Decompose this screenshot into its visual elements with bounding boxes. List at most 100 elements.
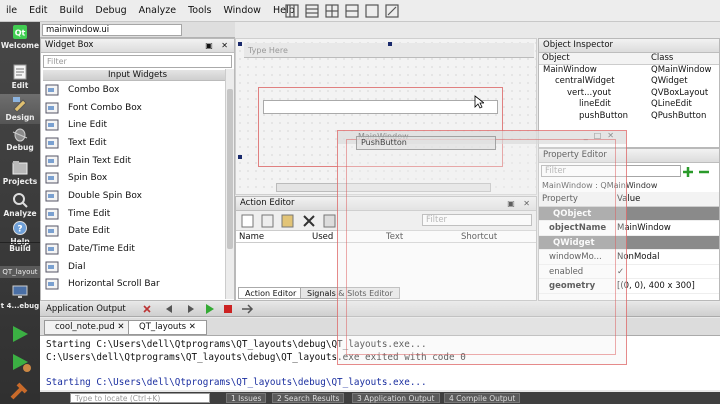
widget-category-input[interactable]: Input Widgets [43, 70, 232, 81]
object-tree-row[interactable]: MainWindow QMainWindow [539, 65, 719, 77]
selection-handle[interactable] [238, 155, 242, 159]
object-tree-row[interactable]: vert...yout QVBoxLayout [539, 88, 719, 100]
tab-qt-layouts[interactable]: QT_layouts ✕ [128, 320, 207, 335]
add-dynamic-property-icon [683, 167, 693, 177]
build-label: Build [9, 244, 31, 253]
menu-file[interactable]: ile [0, 5, 23, 16]
line-edit-widget[interactable] [263, 100, 498, 114]
output-pane-application-output[interactable]: 3 Application Output [352, 393, 440, 403]
mode-debug[interactable]: Debug [0, 126, 40, 152]
object-name: vert...yout [567, 87, 612, 98]
run-button[interactable] [0, 320, 40, 348]
widget-item[interactable]: Font Combo Box [41, 99, 234, 117]
widget-item[interactable]: Date Edit [41, 223, 234, 241]
mode-design[interactable]: Design [0, 94, 40, 124]
projects-icon [12, 161, 28, 175]
selection-handle[interactable] [238, 42, 242, 46]
widget-item-label: Date/Time Edit [68, 244, 135, 255]
svg-text:?: ? [17, 225, 22, 235]
widget-box-scrollbar[interactable] [225, 69, 234, 299]
edit-icon [13, 64, 27, 80]
selection-handle[interactable] [388, 42, 392, 46]
widget-box-filter[interactable]: Filter [43, 55, 232, 68]
widget-item[interactable]: Horizontal Scroll Bar [41, 276, 234, 294]
output-pane-compile-output[interactable]: 4 Compile Output [444, 393, 521, 403]
output-pane-issues[interactable]: 1 Issues [226, 393, 267, 403]
mode-selector: Qt Welcome Edit Design Debug Projects An… [0, 22, 40, 404]
menu-build[interactable]: Build [54, 5, 90, 16]
widget-item[interactable]: Text Edit [41, 134, 234, 152]
mode-welcome[interactable]: Qt Welcome [0, 24, 40, 50]
tab-cool-note[interactable]: cool_note.pud ✕ [44, 320, 136, 335]
object-class: QLineEdit [651, 99, 692, 109]
column-used[interactable]: Used [312, 232, 333, 242]
tab-action-editor[interactable]: Action Editor [238, 287, 304, 299]
target-project: QT_layout [2, 268, 38, 276]
menu-tools[interactable]: Tools [182, 5, 217, 16]
widget-item-label: Horizontal Scroll Bar [68, 279, 160, 290]
menu-edit[interactable]: Edit [23, 5, 53, 16]
widget-item[interactable]: Combo Box [41, 81, 234, 99]
analyze-icon [13, 193, 28, 208]
property-value[interactable]: [(0, 0), 400 x 300] [617, 279, 695, 294]
column-object[interactable]: Object [539, 53, 570, 63]
widget-item[interactable]: Date/Time Edit [41, 240, 234, 258]
menu-window[interactable]: Window [217, 5, 266, 16]
plain-text-edit-icon [45, 155, 59, 167]
widget-item[interactable]: Double Spin Box [41, 187, 234, 205]
mode-analyze[interactable]: Analyze [0, 192, 40, 218]
close-tab-icon[interactable]: ✕ [117, 322, 124, 332]
mode-edit[interactable]: Edit [0, 64, 40, 90]
column-class[interactable]: Class [651, 53, 673, 65]
widget-list: Combo Box Font Combo Box Line Edit Text Edi… [41, 81, 234, 293]
dial-icon [45, 261, 59, 273]
designer-toolbar [285, 4, 399, 18]
text-edit-icon [45, 137, 59, 149]
design-icon [13, 97, 27, 112]
output-pane-search-results[interactable]: 2 Search Results [272, 393, 345, 403]
widget-item-label: Plain Text Edit [68, 155, 131, 166]
close-tab-icon[interactable]: ✕ [189, 322, 196, 332]
widget-item[interactable]: Plain Text Edit [41, 152, 234, 170]
app-output-title: Application Output [46, 304, 126, 314]
widget-item[interactable]: Dial [41, 258, 234, 276]
object-tree-row[interactable]: pushButton QPushButton [539, 111, 719, 123]
object-class: QVBoxLayout [651, 87, 709, 98]
widget-item-label: Combo Box [68, 84, 120, 95]
mode-projects[interactable]: Projects [0, 160, 40, 186]
stop-icon [224, 305, 232, 313]
double-spin-box-icon [45, 190, 59, 202]
preview-push-button[interactable]: PushButton [356, 136, 496, 150]
widget-item[interactable]: Line Edit [41, 116, 234, 134]
preview-window[interactable]: MainWindow _□✕ PushButton [337, 130, 627, 365]
build-button[interactable] [0, 376, 40, 404]
menu-analyze[interactable]: Analyze [133, 5, 182, 16]
font-combo-box-icon [45, 102, 59, 114]
widget-box-float-close[interactable]: ▣ ✕ [205, 39, 231, 52]
object-name: MainWindow [543, 64, 597, 75]
target-selector[interactable]: QT_layout [0, 266, 40, 278]
widget-item[interactable]: Time Edit [41, 205, 234, 223]
widget-item-label: Double Spin Box [68, 190, 142, 201]
new-action-icon [241, 214, 254, 228]
spin-box-icon [45, 172, 59, 184]
menu-bar: ile Edit Build Debug Analyze Tools Windo… [0, 0, 720, 22]
object-class: QMainWindow [651, 64, 712, 75]
target-kit[interactable]: t 4...ebug [0, 284, 40, 310]
document-bar: mainwindow.ui [40, 22, 235, 38]
layout-vertical-icon [305, 4, 319, 18]
object-tree-row[interactable]: lineEdit QLineEdit [539, 99, 719, 111]
column-name[interactable]: Name [239, 232, 264, 242]
locator-input[interactable]: Type to locate (Ctrl+K) [70, 393, 210, 403]
svg-text:Qt: Qt [15, 29, 26, 38]
run-icon [13, 326, 28, 342]
attach-debugger-icon [242, 304, 254, 314]
menu-debug[interactable]: Debug [89, 5, 132, 16]
rerun-icon [206, 304, 214, 314]
widget-item[interactable]: Spin Box [41, 169, 234, 187]
debug-run-button[interactable] [0, 348, 40, 376]
file-selector[interactable]: mainwindow.ui [42, 24, 182, 36]
object-class: QPushButton [651, 110, 707, 121]
scrollbar-thumb[interactable] [227, 89, 233, 249]
object-tree-row[interactable]: centralWidget QWidget [539, 76, 719, 88]
